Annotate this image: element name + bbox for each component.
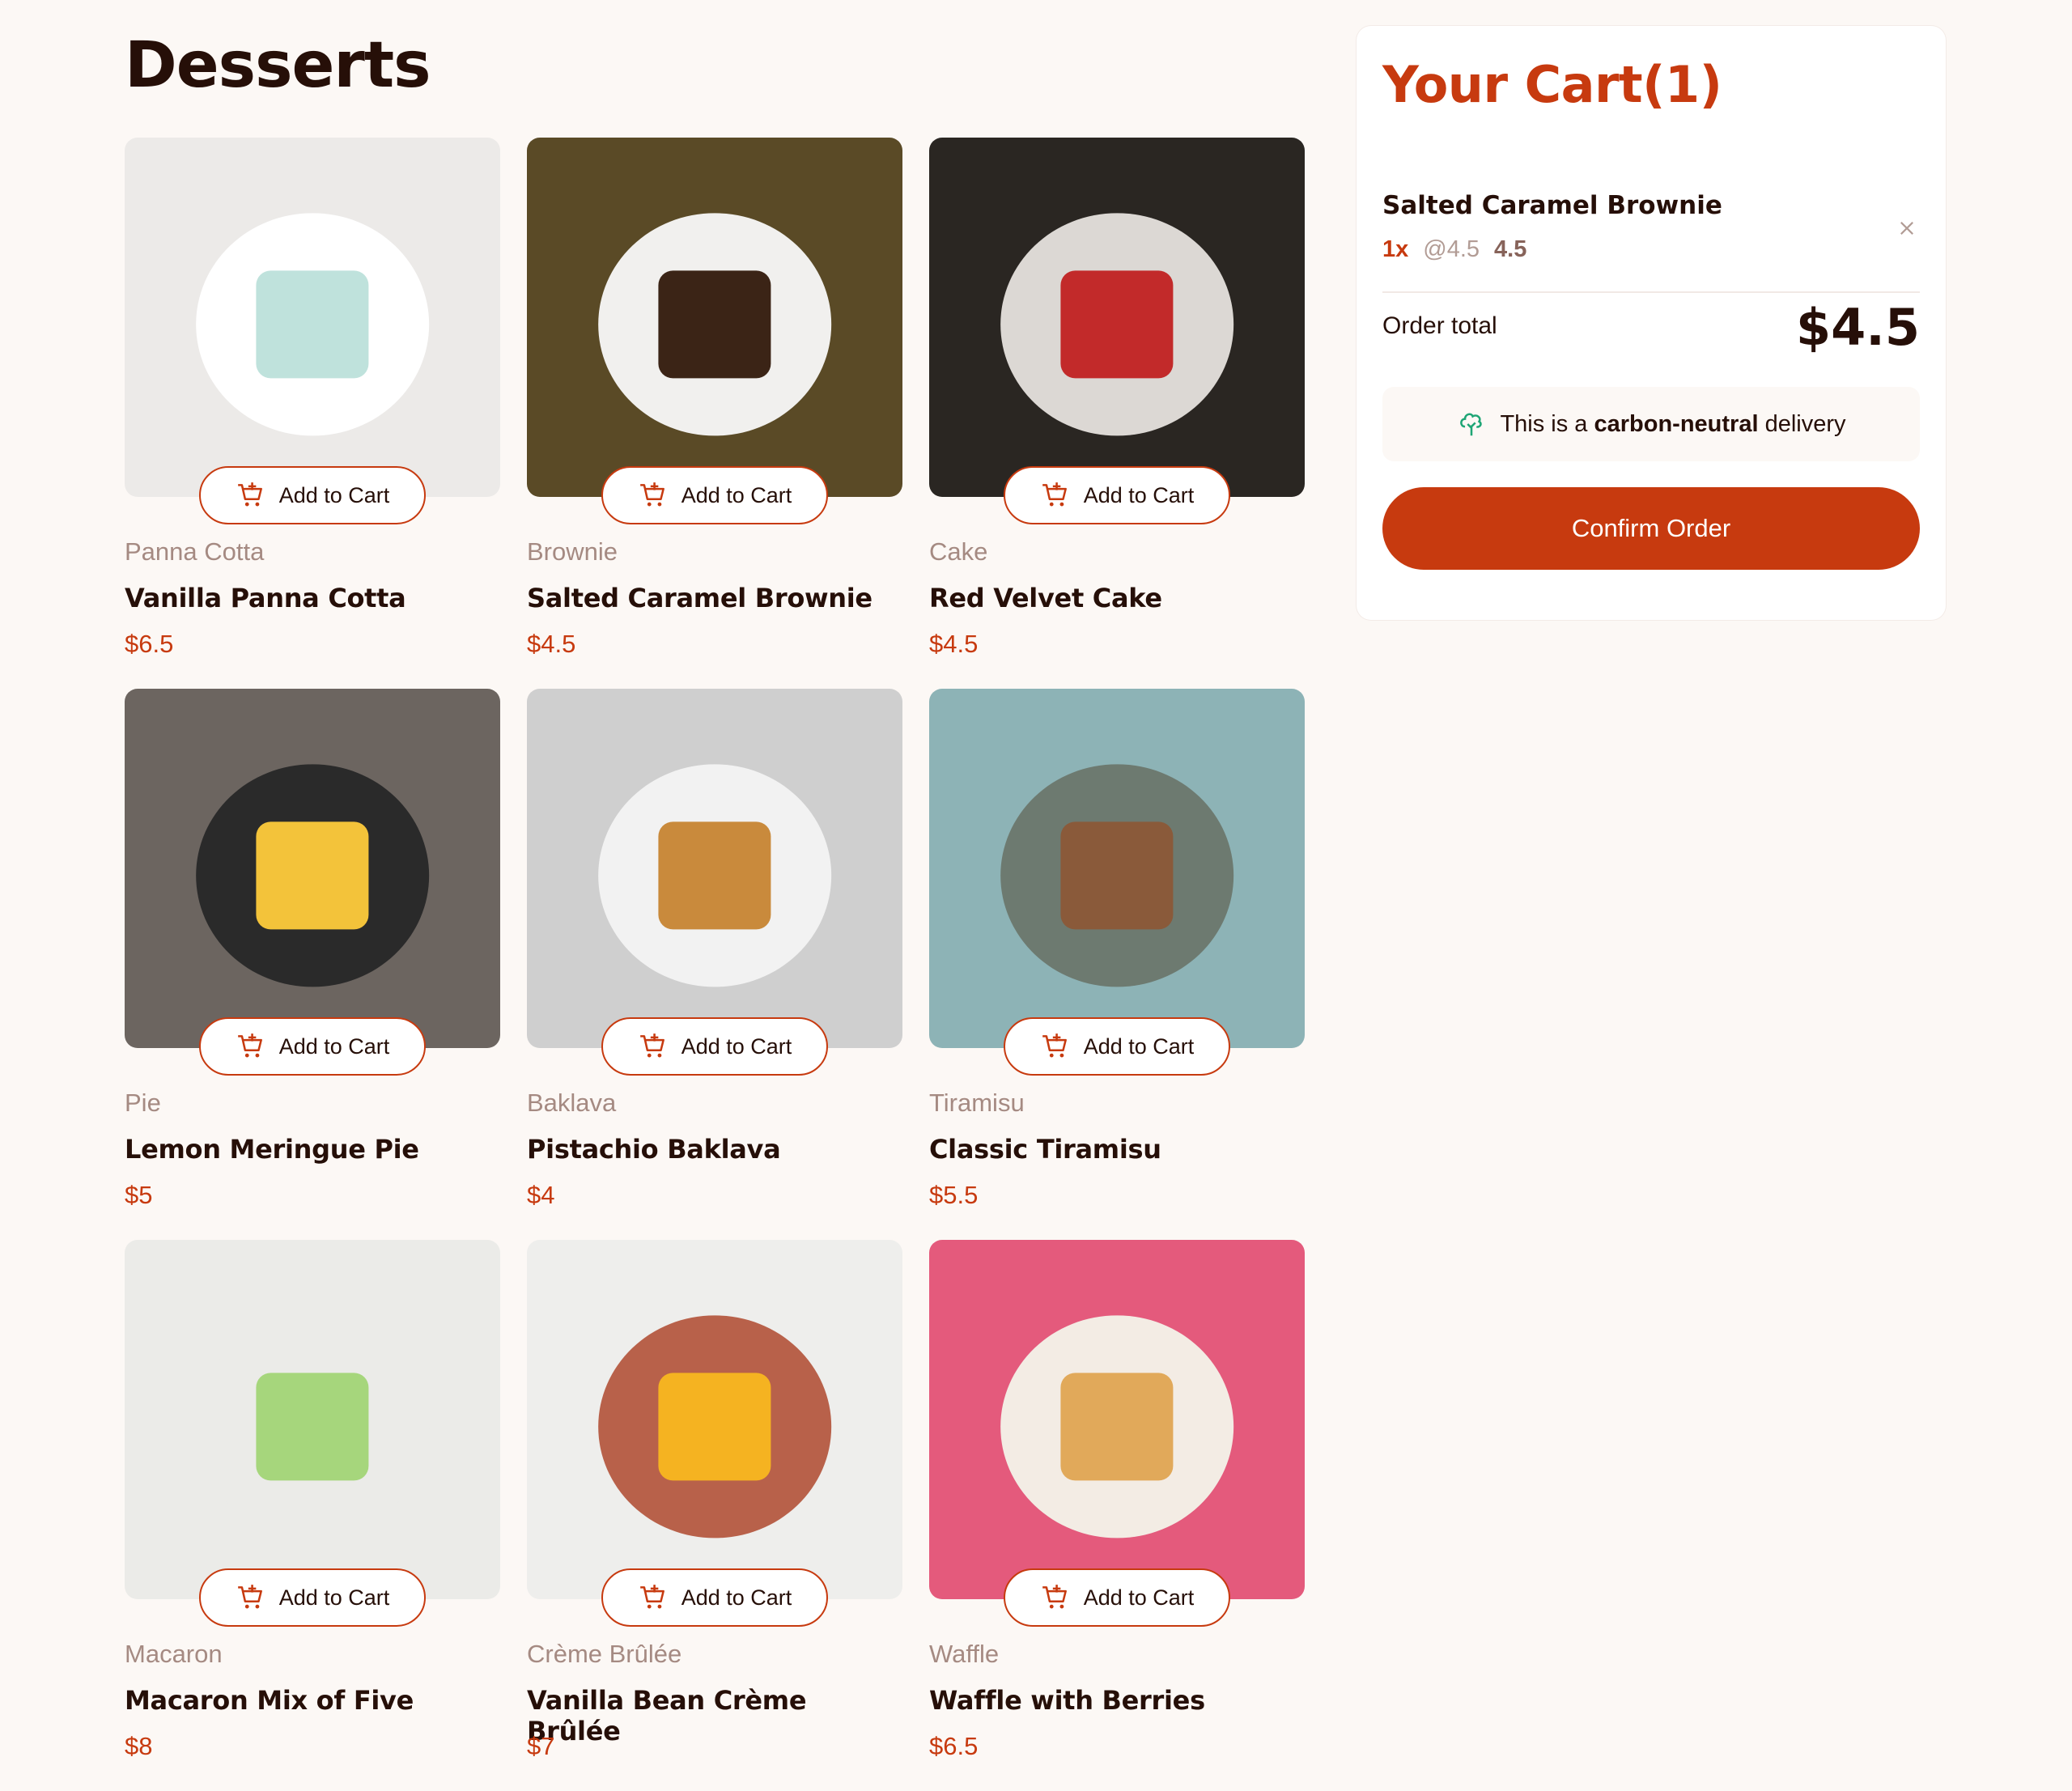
product-image <box>125 689 500 1048</box>
product-name: Lemon Meringue Pie <box>125 1134 419 1165</box>
remove-item-button[interactable] <box>1894 215 1920 241</box>
cart-item-name: Salted Caramel Brownie <box>1382 191 1722 220</box>
cart-title: Your Cart(1) <box>1382 55 1722 114</box>
product-category: Tiramisu <box>929 1089 1025 1117</box>
product-category: Waffle <box>929 1640 1000 1668</box>
product-price: $8 <box>125 1732 153 1760</box>
product-price: $7 <box>527 1732 555 1760</box>
carbon-text: This is a carbon-neutral delivery <box>1500 410 1846 437</box>
add-to-cart-button[interactable]: Add to Cart <box>601 466 828 524</box>
cart-item-total: 4.5 <box>1494 236 1527 262</box>
add-to-cart-icon <box>237 482 262 507</box>
add-to-cart-icon <box>639 482 664 507</box>
dessert-shape <box>1060 1373 1174 1481</box>
product-card: Add to Cart Crème Brûlée Vanilla Bean Crèm… <box>527 1240 902 1791</box>
dessert-shape <box>658 1373 771 1481</box>
product-name: Vanilla Panna Cotta <box>125 583 406 613</box>
add-to-cart-label: Add to Cart <box>278 1585 390 1610</box>
close-icon <box>1900 222 1913 235</box>
product-category: Macaron <box>125 1640 223 1668</box>
product-card: Add to Cart Pie Lemon Meringue Pie $5 <box>125 689 500 1240</box>
add-to-cart-button[interactable]: Add to Cart <box>199 1017 426 1076</box>
confirm-order-button[interactable]: Confirm Order <box>1382 487 1920 570</box>
add-to-cart-icon <box>639 1033 664 1058</box>
product-category: Panna Cotta <box>125 537 265 566</box>
cart-item-unit-price: @4.5 <box>1423 236 1480 262</box>
add-to-cart-icon <box>1042 1585 1067 1609</box>
dessert-shape <box>1060 821 1174 930</box>
product-name: Salted Caramel Brownie <box>527 583 873 613</box>
add-to-cart-icon <box>1042 1033 1067 1058</box>
product-name: Classic Tiramisu <box>929 1134 1161 1165</box>
product-image <box>929 689 1305 1048</box>
product-price: $6.5 <box>125 630 174 658</box>
product-category: Crème Brûlée <box>527 1640 682 1668</box>
dessert-shape <box>658 821 771 930</box>
product-category: Pie <box>125 1089 161 1117</box>
dessert-shape <box>1060 270 1174 379</box>
add-to-cart-button[interactable]: Add to Cart <box>199 466 426 524</box>
product-category: Baklava <box>527 1089 617 1117</box>
product-card: Add to Cart Waffle Waffle with Berries $6.5 <box>929 1240 1305 1791</box>
product-card: Add to Cart Cake Red Velvet Cake $4.5 <box>929 138 1305 689</box>
product-grid: Add to Cart Panna Cotta Vanilla Panna Cott… <box>125 138 1305 1791</box>
add-to-cart-label: Add to Cart <box>681 482 792 507</box>
product-card: Add to Cart Tiramisu Classic Tiramisu $5.5 <box>929 689 1305 1240</box>
product-image <box>527 138 902 497</box>
add-to-cart-label: Add to Cart <box>1083 1585 1195 1610</box>
add-to-cart-icon <box>1042 482 1067 507</box>
product-card: Add to Cart Baklava Pistachio Baklava $4 <box>527 689 902 1240</box>
add-to-cart-button[interactable]: Add to Cart <box>199 1568 426 1627</box>
add-to-cart-label: Add to Cart <box>278 482 390 507</box>
add-to-cart-button[interactable]: Add to Cart <box>1004 1568 1230 1627</box>
add-to-cart-label: Add to Cart <box>278 1033 390 1059</box>
product-name: Vanilla Bean Crème Brûlée <box>527 1685 807 1746</box>
add-to-cart-button[interactable]: Add to Cart <box>601 1017 828 1076</box>
product-image <box>527 689 902 1048</box>
product-name: Waffle with Berries <box>929 1685 1205 1716</box>
add-to-cart-icon <box>639 1585 664 1609</box>
add-to-cart-button[interactable]: Add to Cart <box>1004 1017 1230 1076</box>
product-card: Add to Cart Brownie Salted Caramel Brownie… <box>527 138 902 689</box>
product-image <box>527 1240 902 1599</box>
add-to-cart-button[interactable]: Add to Cart <box>1004 466 1230 524</box>
add-to-cart-icon <box>237 1585 262 1609</box>
tree-icon <box>1460 413 1483 436</box>
dessert-shape <box>256 821 369 930</box>
product-name: Red Velvet Cake <box>929 583 1162 613</box>
page-title: Desserts <box>125 29 431 102</box>
cart-item-meta: 1x @4.5 4.5 <box>1382 236 1526 263</box>
cart-panel: Your Cart(1) Salted Caramel Brownie 1x @… <box>1357 26 1946 620</box>
product-category: Brownie <box>527 537 618 566</box>
product-image <box>125 1240 500 1599</box>
product-price: $5 <box>125 1181 153 1209</box>
product-price: $4 <box>527 1181 555 1209</box>
cart-item-quantity: 1x <box>1382 236 1409 262</box>
product-name: Macaron Mix of Five <box>125 1685 414 1716</box>
product-card: Add to Cart Macaron Macaron Mix of Five $8 <box>125 1240 500 1791</box>
product-price: $5.5 <box>929 1181 979 1209</box>
order-total-label: Order total <box>1382 312 1497 339</box>
add-to-cart-button[interactable]: Add to Cart <box>601 1568 828 1627</box>
dessert-shape <box>256 270 369 379</box>
order-total-value: $4.5 <box>1796 298 1920 357</box>
add-to-cart-label: Add to Cart <box>1083 482 1195 507</box>
cart-item: Salted Caramel Brownie 1x @4.5 4.5 <box>1382 165 1920 293</box>
dessert-shape <box>658 270 771 379</box>
dessert-shape <box>256 1373 369 1481</box>
add-to-cart-label: Add to Cart <box>681 1033 792 1059</box>
product-price: $4.5 <box>527 630 576 658</box>
product-price: $6.5 <box>929 1732 979 1760</box>
product-name: Pistachio Baklava <box>527 1134 781 1165</box>
carbon-neutral-notice: This is a carbon-neutral delivery <box>1382 387 1920 461</box>
product-card: Add to Cart Panna Cotta Vanilla Panna Cott… <box>125 138 500 689</box>
product-image <box>929 138 1305 497</box>
add-to-cart-label: Add to Cart <box>1083 1033 1195 1059</box>
product-image <box>929 1240 1305 1599</box>
add-to-cart-label: Add to Cart <box>681 1585 792 1610</box>
add-to-cart-icon <box>237 1033 262 1058</box>
product-image <box>125 138 500 497</box>
product-price: $4.5 <box>929 630 979 658</box>
product-category: Cake <box>929 537 988 566</box>
